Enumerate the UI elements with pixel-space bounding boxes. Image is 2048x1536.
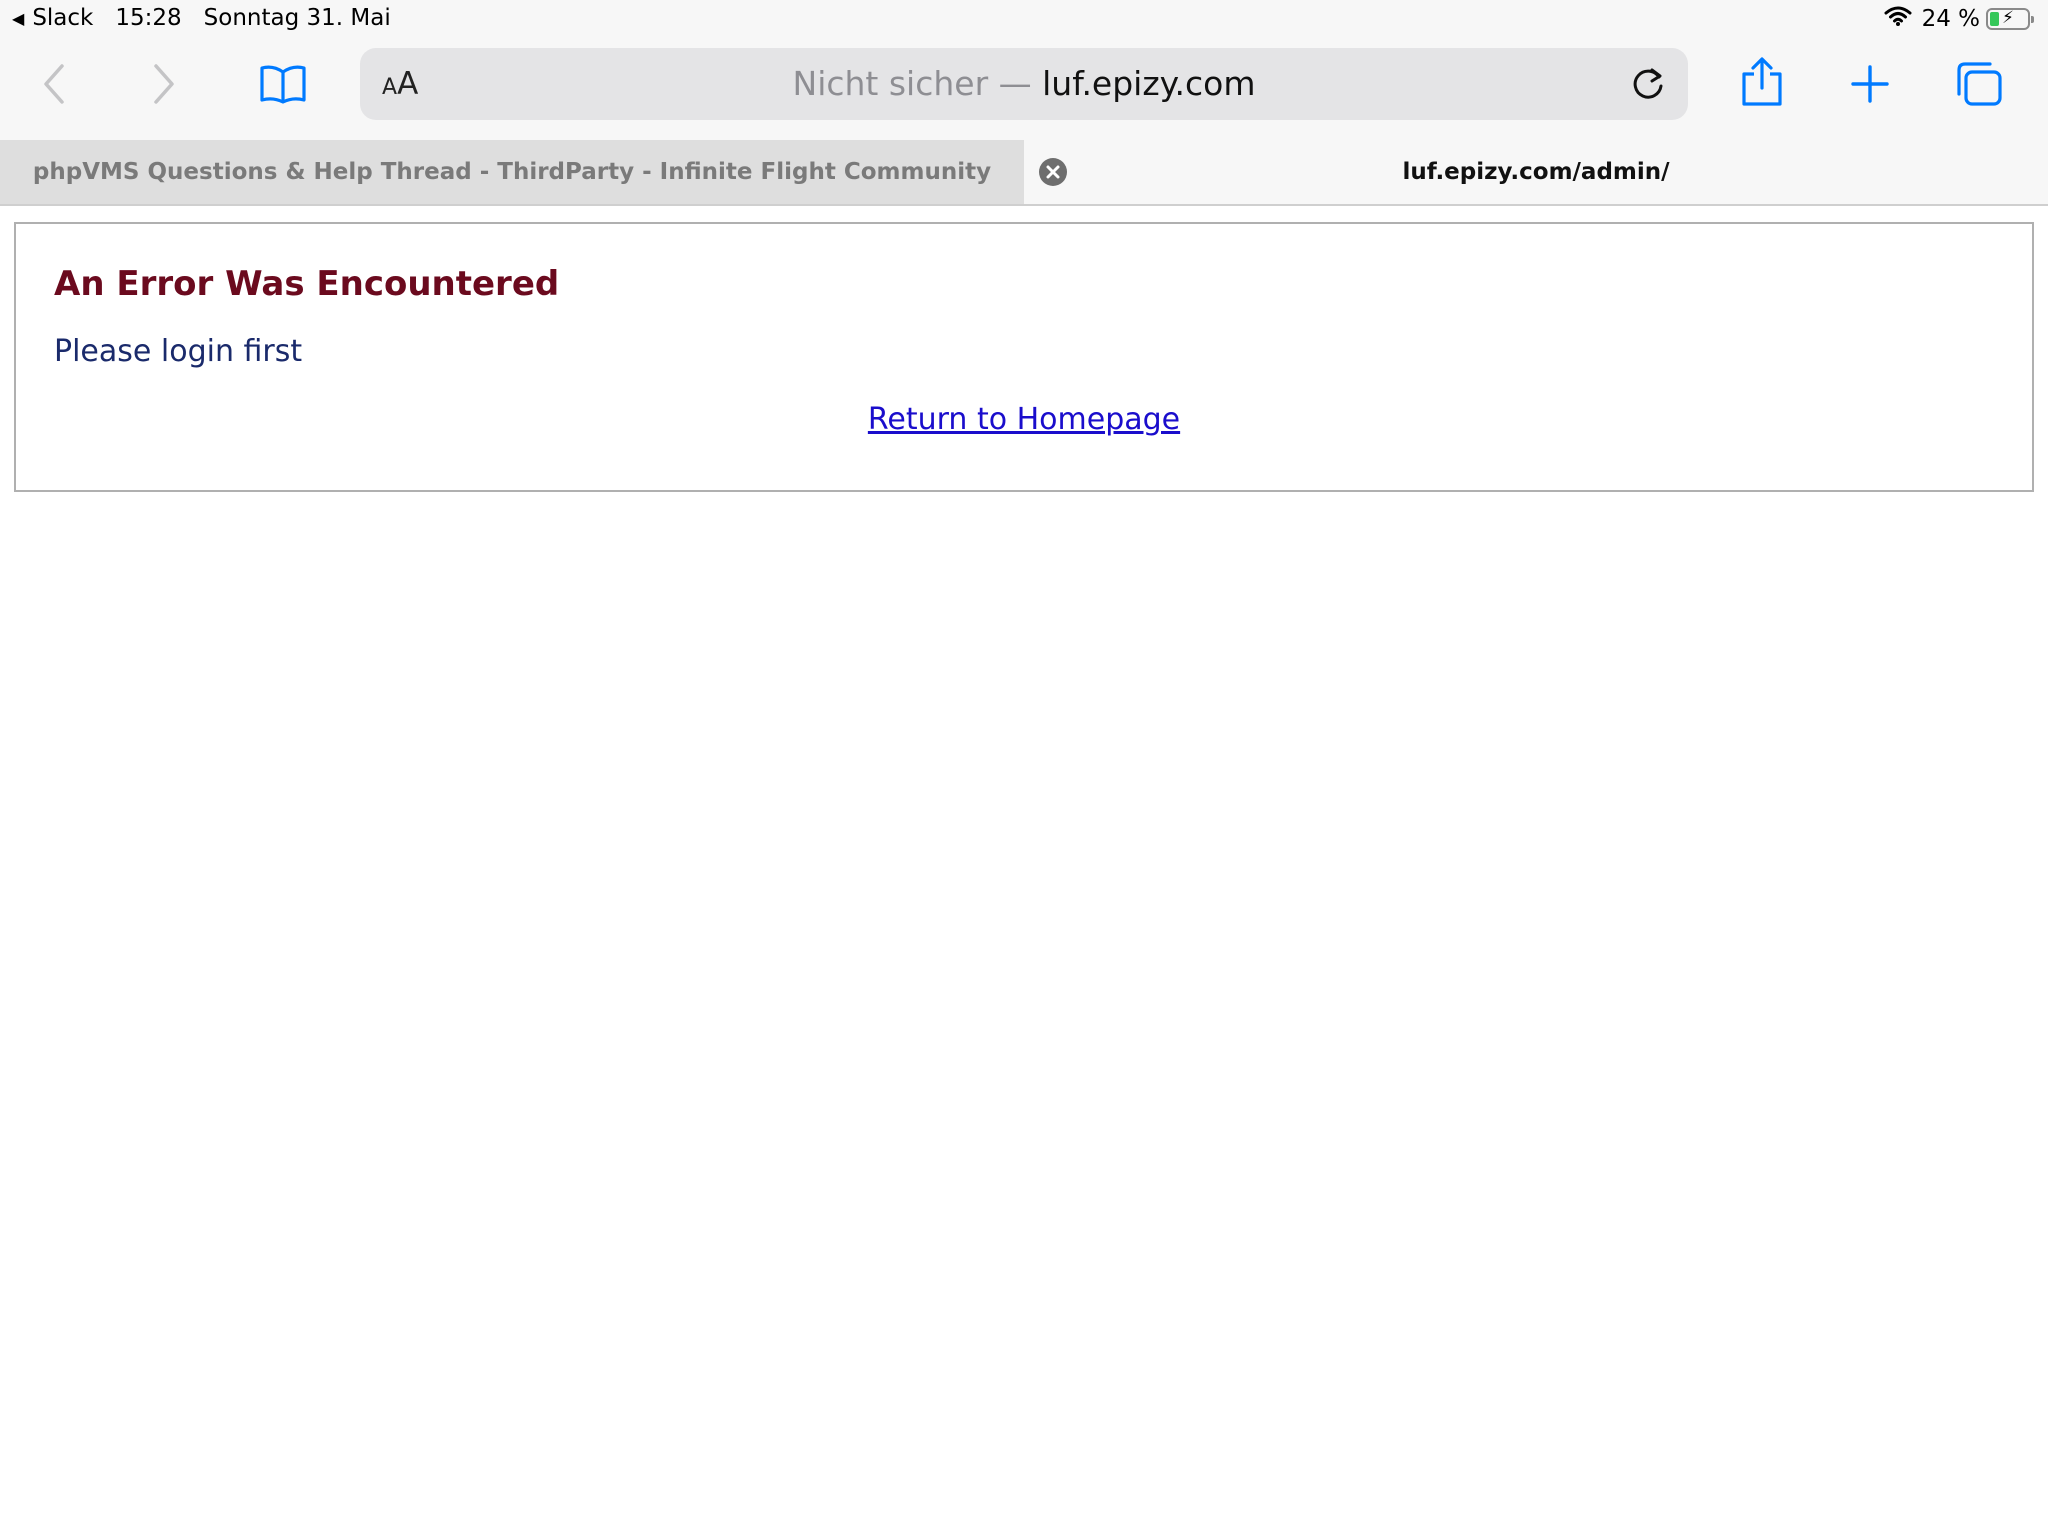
browser-toolbar: A A Nicht sicher — luf.epizy.com (0, 40, 2048, 140)
show-tabs-button[interactable] (1954, 60, 2004, 113)
tab-bar: phpVMS Questions & Help Thread - ThirdPa… (0, 140, 2048, 206)
bookmarks-button[interactable] (258, 62, 308, 111)
tab-title: luf.epizy.com/admin/ (1402, 159, 1670, 185)
status-date: Sonntag 31. Mai (203, 5, 391, 31)
status-time: 15:28 (115, 5, 182, 31)
new-tab-button[interactable] (1850, 64, 1890, 109)
share-button[interactable] (1740, 56, 1784, 113)
reload-button[interactable] (1628, 64, 1668, 109)
url-display[interactable]: Nicht sicher — luf.epizy.com (360, 64, 1688, 103)
charging-bolt-icon: ⚡ (2002, 8, 2014, 28)
error-panel: An Error Was Encountered Please login fi… (14, 222, 2034, 492)
address-bar[interactable]: A A Nicht sicher — luf.epizy.com (360, 48, 1688, 120)
share-icon (1742, 57, 1782, 106)
reload-icon (1633, 68, 1663, 99)
battery-percent: 24 % (1921, 6, 1980, 32)
tab-title: phpVMS Questions & Help Thread - ThirdPa… (32, 159, 992, 185)
back-to-app-icon[interactable]: ◀ (12, 9, 24, 28)
battery-fill (1990, 12, 1999, 26)
close-icon (1046, 165, 1060, 179)
tab-phpvms-thread[interactable]: phpVMS Questions & Help Thread - ThirdPa… (0, 140, 1024, 204)
back-button[interactable] (40, 62, 70, 111)
wifi-icon (1884, 5, 1912, 33)
not-secure-label: Nicht sicher — (792, 64, 1032, 103)
return-to-homepage-link[interactable]: Return to Homepage (868, 402, 1180, 437)
close-tab-button[interactable] (1039, 158, 1067, 186)
status-left: ◀ Slack 15:28 Sonntag 31. Mai (12, 5, 391, 31)
url-domain: luf.epizy.com (1042, 64, 1256, 103)
error-message: Please login first (54, 334, 303, 369)
status-bar: ◀ Slack 15:28 Sonntag 31. Mai 24 % ⚡ (0, 0, 2048, 40)
forward-button[interactable] (148, 62, 178, 111)
chevron-left-icon (44, 64, 64, 104)
book-icon (260, 65, 306, 104)
tabs-icon (1957, 62, 2002, 106)
status-right: 24 % ⚡ (1884, 5, 2036, 33)
plus-icon (1851, 65, 1889, 103)
chevron-right-icon (154, 64, 174, 104)
battery-icon: ⚡ (1986, 8, 2034, 30)
return-link-container: Return to Homepage (16, 402, 2032, 437)
tab-luf-admin[interactable]: luf.epizy.com/admin/ (1024, 140, 2048, 204)
back-to-app-label[interactable]: Slack (32, 5, 93, 31)
error-title: An Error Was Encountered (54, 264, 560, 304)
